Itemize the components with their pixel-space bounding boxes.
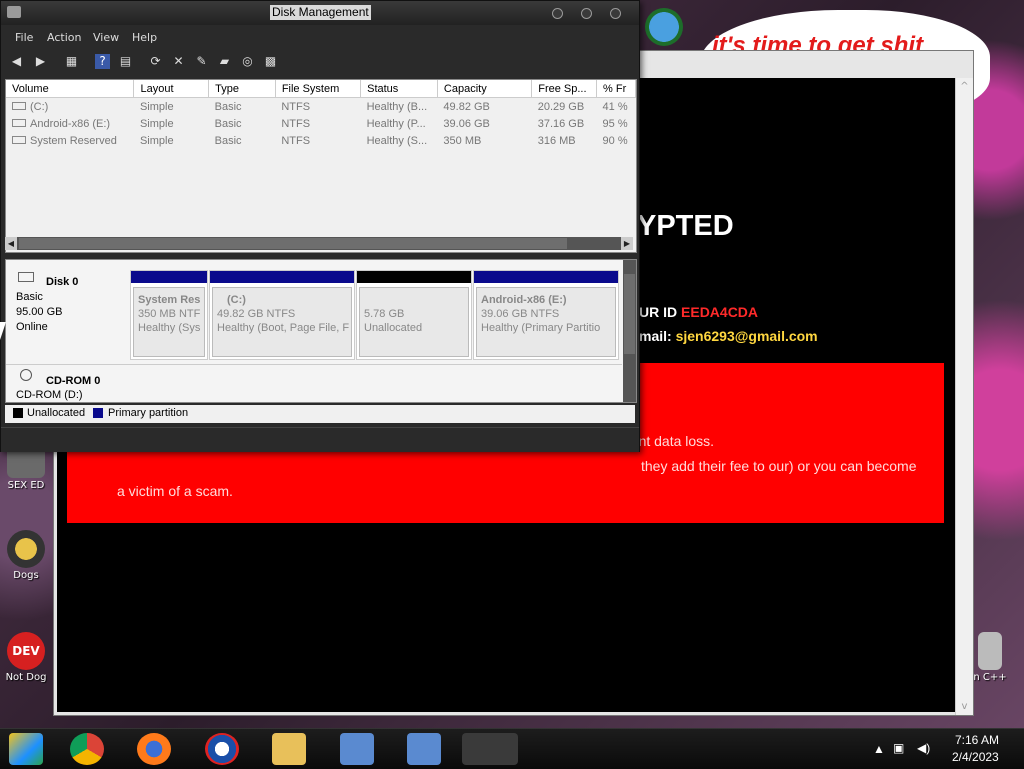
window-menu-icon[interactable]	[7, 6, 21, 18]
window-title: Disk Management	[270, 5, 371, 20]
scroll-right-icon[interactable]: ▶	[621, 237, 633, 250]
desktop-icon-dogs[interactable]: Dogs	[0, 530, 52, 581]
ransom-email-line: mail: sjen6293@gmail.com	[639, 328, 818, 344]
status-bar	[1, 427, 639, 452]
column-file-system[interactable]: File System	[275, 80, 362, 98]
cdrom-icon	[20, 369, 32, 381]
close-button[interactable]	[610, 8, 621, 19]
disk-management-icon[interactable]	[462, 733, 518, 765]
check-icon[interactable]: ✎	[194, 54, 209, 69]
app-icon[interactable]	[9, 733, 43, 765]
file-explorer-icon[interactable]	[272, 733, 306, 765]
volume-table: Volume Layout Type File System Status Ca…	[6, 80, 636, 149]
ransom-scrollbar[interactable]: ^ v	[955, 78, 973, 715]
drive-icon	[12, 118, 26, 127]
column-capacity[interactable]: Capacity	[437, 80, 533, 98]
partition-system-reserved[interactable]: System Res 350 MB NTF Healthy (Sys	[130, 270, 208, 360]
volume-list: Volume Layout Type File System Status Ca…	[5, 79, 637, 253]
cdrom-0-row[interactable]: CD-ROM 0 CD-ROM (D:)	[6, 364, 622, 402]
disc-icon	[7, 530, 45, 568]
ransom-email-value: sjen6293@gmail.com	[675, 328, 818, 344]
column-layout[interactable]: Layout	[133, 80, 210, 98]
help-icon[interactable]: ?	[95, 54, 110, 69]
forward-icon[interactable]: ▶	[33, 54, 48, 69]
partition-unallocated[interactable]: 5.78 GB Unallocated	[356, 270, 472, 360]
primary-partition-swatch	[93, 408, 103, 418]
network-icon[interactable]: ▣	[893, 741, 904, 755]
drive-icon	[12, 101, 26, 110]
partition-c[interactable]: (C:) 49.82 GB NTFS Healthy (Boot, Page F…	[209, 270, 355, 360]
desktop-icon-not-dog[interactable]: DEV Not Dog	[0, 632, 52, 683]
menu-file[interactable]: File	[15, 31, 33, 44]
toolbar: ◀ ▶ ▦ ? ▤ ⟳ ✕ ✎ ▰ ◎ ▩	[1, 49, 639, 75]
scrollbar-thumb[interactable]	[19, 238, 567, 249]
dev-cpp-icon: DEV	[7, 632, 45, 670]
refresh-icon[interactable]: ⟳	[148, 54, 163, 69]
title-bar[interactable]: Disk Management	[1, 1, 639, 25]
internet-download-manager-icon[interactable]	[640, 8, 688, 48]
table-header: Volume Layout Type File System Status Ca…	[6, 80, 636, 98]
mouse-cursor-icon	[0, 322, 6, 340]
menu-help[interactable]: Help	[132, 31, 157, 44]
horizontal-scrollbar[interactable]: ◀ ▶	[5, 237, 633, 250]
minimize-button[interactable]	[552, 8, 563, 19]
open-folder-icon[interactable]: ▰	[217, 54, 232, 69]
disk-icon	[18, 272, 34, 282]
clock-time[interactable]: 7:16 AM	[955, 733, 999, 747]
taskbar: ▲ ▣ ◀) 7:16 AM 2/4/2023	[0, 728, 1024, 769]
column-type[interactable]: Type	[208, 80, 276, 98]
ransom-id-value: EEDA4CDA	[681, 304, 759, 320]
recycle-bin-icon	[978, 632, 1002, 670]
search-icon[interactable]: ◎	[240, 54, 255, 69]
settings-icon[interactable]: ▩	[263, 54, 278, 69]
menu-bar: File Action View Help	[1, 26, 639, 48]
ransom-heading: YPTED	[637, 210, 734, 242]
show-hidden-icons[interactable]: ▲	[873, 742, 885, 756]
partition-android-x86[interactable]: Android-x86 (E:) 39.06 GB NTFS Healthy (…	[473, 270, 619, 360]
unallocated-swatch	[13, 408, 23, 418]
delete-icon[interactable]: ✕	[171, 54, 186, 69]
network-app-icon[interactable]	[407, 733, 441, 765]
menu-view[interactable]: View	[93, 31, 119, 44]
table-row[interactable]: Android-x86 (E:) Simple Basic NTFS Healt…	[6, 115, 636, 132]
vertical-scrollbar[interactable]	[623, 260, 636, 402]
properties-icon[interactable]: ▤	[118, 54, 133, 69]
legend: Unallocated Primary partition	[5, 405, 635, 423]
obama-icon[interactable]	[205, 733, 239, 765]
volume-icon[interactable]: ◀)	[917, 741, 930, 755]
globe-icon	[645, 8, 683, 46]
clock-date[interactable]: 2/4/2023	[952, 750, 999, 764]
back-icon[interactable]: ◀	[9, 54, 24, 69]
disk-0-info[interactable]: Disk 0 Basic 95.00 GB Online	[10, 266, 128, 361]
disk-management-window[interactable]: Disk Management File Action View Help ◀ …	[0, 0, 640, 452]
maximize-button[interactable]	[581, 8, 592, 19]
column-percent-free[interactable]: % Fr	[596, 80, 636, 98]
chrome-icon[interactable]	[70, 733, 104, 765]
table-row[interactable]: System Reserved Simple Basic NTFS Health…	[6, 132, 636, 149]
scrollbar-thumb[interactable]	[624, 274, 635, 354]
ransom-id-line: UR ID EEDA4CDA	[639, 304, 759, 320]
table-row[interactable]: (C:) Simple Basic NTFS Healthy (B... 49.…	[6, 98, 636, 116]
network-app-icon[interactable]	[340, 733, 374, 765]
disk-graphical-view: Disk 0 Basic 95.00 GB Online System Res …	[5, 259, 637, 403]
column-volume[interactable]: Volume	[6, 80, 135, 98]
scroll-up-icon[interactable]: ^	[956, 78, 973, 95]
menu-action[interactable]: Action	[47, 31, 81, 44]
drive-icon	[12, 135, 26, 144]
scroll-down-icon[interactable]: v	[956, 698, 973, 715]
column-free-space[interactable]: Free Sp...	[531, 80, 598, 98]
scroll-left-icon[interactable]: ◀	[5, 237, 17, 250]
console-tree-icon[interactable]: ▦	[64, 54, 79, 69]
disk-0-name: Disk 0	[46, 276, 79, 288]
firefox-icon[interactable]	[137, 733, 171, 765]
column-status[interactable]: Status	[360, 80, 438, 98]
